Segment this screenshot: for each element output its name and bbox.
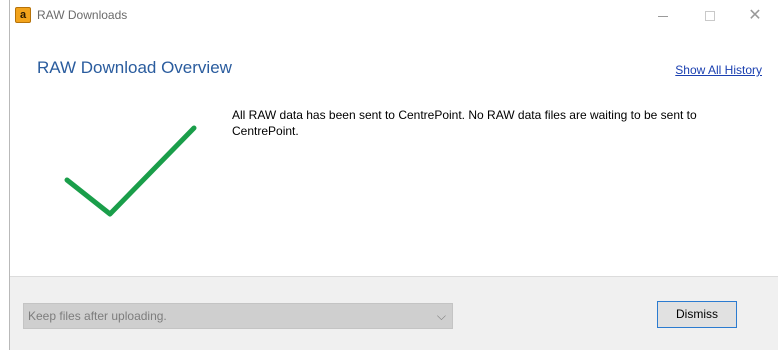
- page-title: RAW Download Overview: [37, 58, 232, 77]
- show-all-history-link[interactable]: Show All History: [675, 63, 762, 77]
- title-bar[interactable]: a RAW Downloads ✕: [10, 2, 778, 32]
- check-icon: [64, 125, 197, 217]
- maximize-icon: [705, 10, 715, 21]
- app-icon: a: [15, 7, 31, 23]
- minimize-icon: [658, 16, 668, 18]
- raw-downloads-window: a RAW Downloads ✕ RAW Download Overview …: [9, 0, 778, 350]
- dismiss-button[interactable]: Dismiss: [657, 301, 737, 328]
- keep-files-select[interactable]: Keep files after uploading. ⌵: [23, 303, 453, 329]
- chevron-down-icon: ⌵: [436, 309, 446, 323]
- window-title: RAW Downloads: [37, 8, 128, 22]
- status-message: All RAW data has been sent to CentrePoin…: [232, 108, 697, 138]
- close-icon: ✕: [748, 7, 762, 24]
- close-button[interactable]: ✕: [732, 2, 778, 32]
- minimize-button[interactable]: [640, 2, 686, 32]
- maximize-button[interactable]: [687, 2, 733, 32]
- keep-files-select-value: Keep files after uploading.: [28, 309, 167, 323]
- footer-bar: Keep files after uploading. ⌵ Dismiss: [10, 276, 778, 350]
